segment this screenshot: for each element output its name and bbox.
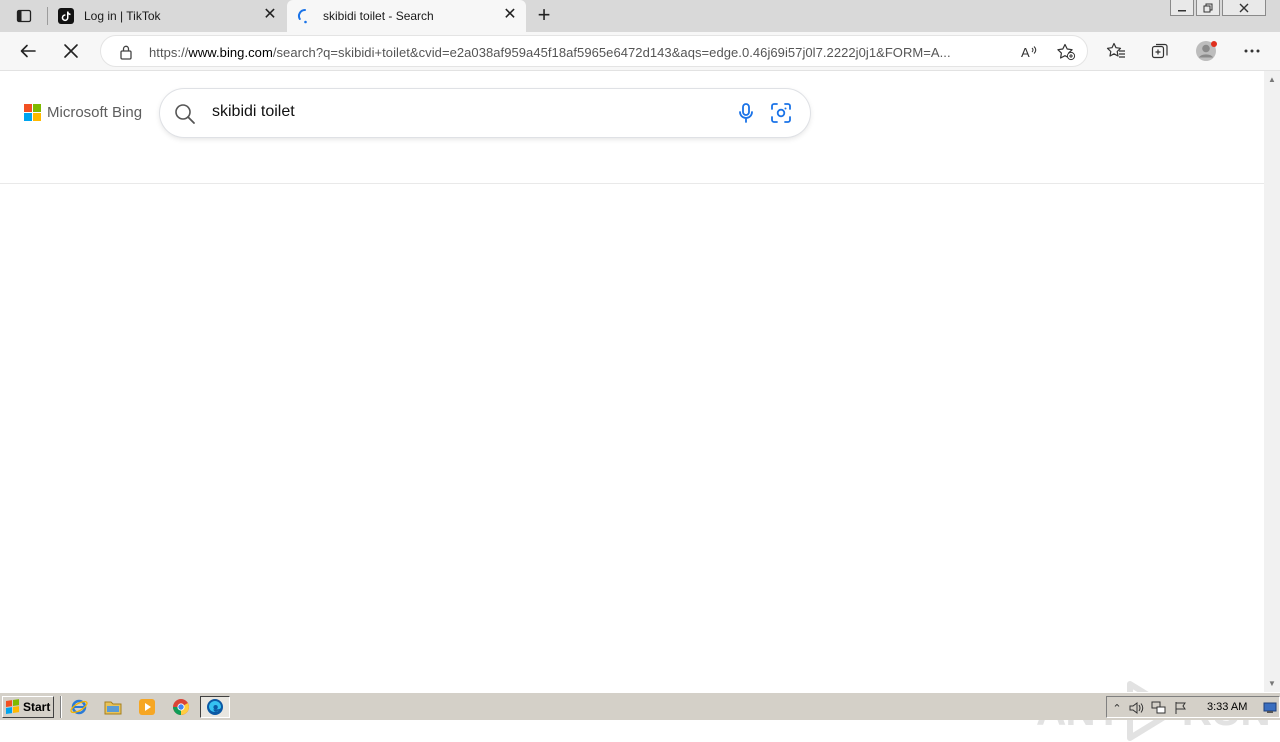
- network-icon[interactable]: [1151, 700, 1167, 716]
- page-scrollbar[interactable]: ▲ ▼: [1264, 71, 1280, 692]
- taskbar: Start ⌃ 3:33 AM: [0, 692, 1280, 720]
- volume-icon[interactable]: [1129, 700, 1145, 716]
- close-tab-icon[interactable]: ✕: [502, 7, 518, 24]
- add-favorite-icon[interactable]: [1055, 42, 1077, 62]
- new-tab-button[interactable]: +: [532, 4, 556, 28]
- settings-more-button[interactable]: [1237, 36, 1267, 66]
- profile-button[interactable]: [1191, 36, 1221, 66]
- svg-text:A: A: [1021, 45, 1030, 60]
- url-prefix: https://: [149, 45, 189, 60]
- address-bar[interactable]: https://www.bing.com/search?q=skibidi+to…: [100, 35, 1088, 67]
- avatar-icon: [1196, 41, 1217, 61]
- tab-strip: Log in | TikTok ✕ skibidi toilet - Searc…: [0, 0, 1280, 32]
- edge-taskbar-button[interactable]: [200, 696, 230, 718]
- scroll-down-arrow-icon[interactable]: ▼: [1268, 679, 1276, 688]
- search-input[interactable]: skibidi toilet: [212, 103, 295, 121]
- more-dots-icon: [1244, 49, 1260, 53]
- search-icon[interactable]: [174, 103, 196, 130]
- stop-icon: [64, 44, 78, 58]
- url-host: www.bing.com: [188, 45, 273, 60]
- url-text[interactable]: https://www.bing.com/search?q=skibidi+to…: [149, 45, 1015, 60]
- windows-flag-icon: [6, 699, 20, 715]
- internet-explorer-icon[interactable]: [68, 697, 90, 717]
- back-button[interactable]: [13, 36, 43, 66]
- browser-toolbar: https://www.bing.com/search?q=skibidi+to…: [0, 32, 1280, 71]
- tab-title: skibidi toilet - Search: [323, 9, 434, 23]
- read-aloud-icon[interactable]: A: [1019, 42, 1041, 62]
- back-arrow-icon: [20, 44, 36, 58]
- show-hidden-icons-icon[interactable]: ⌃: [1109, 700, 1125, 716]
- window-controls: [1170, 0, 1266, 16]
- tab-title: Log in | TikTok: [84, 9, 161, 23]
- logo-text: Microsoft Bing: [47, 104, 143, 121]
- tab-tiktok[interactable]: Log in | TikTok ✕: [48, 0, 286, 32]
- loading-spinner-icon: [297, 8, 313, 24]
- minimize-button[interactable]: [1170, 0, 1194, 16]
- collections-icon: [1151, 43, 1168, 59]
- media-player-icon[interactable]: [136, 697, 158, 717]
- microphone-icon[interactable]: [736, 102, 756, 129]
- system-tray: ⌃ 3:33 AM: [1106, 696, 1280, 718]
- file-explorer-icon[interactable]: [102, 697, 124, 717]
- tab-bing-search[interactable]: skibidi toilet - Search ✕: [287, 0, 526, 32]
- edge-icon: [207, 699, 223, 715]
- close-window-button[interactable]: [1222, 0, 1266, 16]
- show-desktop-icon[interactable]: [1262, 700, 1278, 716]
- collections-button[interactable]: [1145, 36, 1175, 66]
- bing-page: Microsoft Bing skibidi toilet ANY RUN: [0, 71, 1271, 741]
- close-tab-icon[interactable]: ✕: [262, 7, 278, 24]
- visual-search-icon[interactable]: [770, 102, 792, 129]
- restore-button[interactable]: [1196, 0, 1220, 16]
- search-box[interactable]: skibidi toilet: [160, 89, 810, 137]
- stop-loading-button[interactable]: [56, 36, 86, 66]
- lock-icon[interactable]: [119, 44, 133, 65]
- tab-actions-icon[interactable]: [10, 4, 38, 28]
- favorites-icon: [1106, 42, 1125, 58]
- clock[interactable]: 3:33 AM: [1207, 701, 1247, 713]
- bing-logo[interactable]: Microsoft Bing: [24, 104, 142, 121]
- action-center-flag-icon[interactable]: [1173, 700, 1189, 716]
- scroll-up-arrow-icon[interactable]: ▲: [1268, 75, 1276, 84]
- taskbar-separator: [60, 696, 62, 718]
- microsoft-logo-icon: [24, 104, 41, 121]
- favorites-button[interactable]: [1101, 36, 1131, 66]
- header-divider: [0, 183, 1264, 184]
- start-button[interactable]: Start: [2, 696, 54, 718]
- start-label: Start: [23, 700, 51, 714]
- url-path: /search?q=skibidi+toilet&cvid=e2a038af95…: [272, 45, 951, 60]
- tiktok-icon: [58, 8, 74, 24]
- chrome-icon[interactable]: [170, 697, 192, 717]
